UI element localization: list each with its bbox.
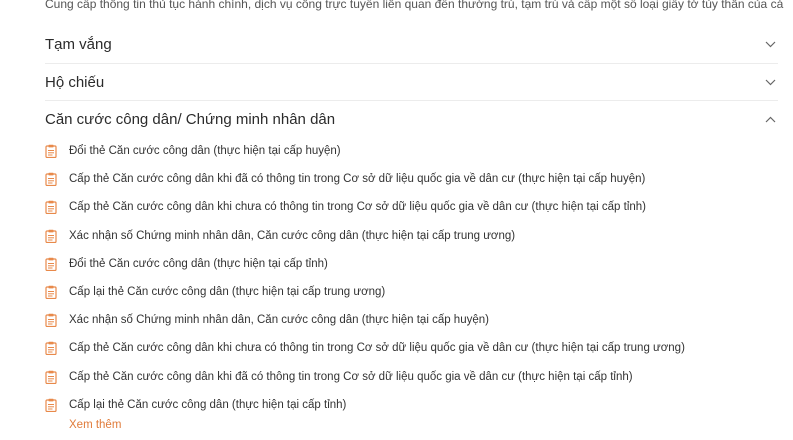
- clipboard-icon: [45, 229, 57, 243]
- section-title: Hộ chiếu: [45, 73, 105, 91]
- list-item-label: Cấp thẻ Căn cước công dân khi đã có thôn…: [69, 370, 633, 383]
- chevron-down-icon: [764, 38, 776, 50]
- section-ho-chieu[interactable]: Hộ chiếu: [45, 64, 778, 100]
- clipboard-icon: [45, 172, 57, 187]
- list-item-label: Xác nhận số Chứng minh nhân dân, Căn cướ…: [69, 314, 489, 327]
- clipboard-icon: [45, 200, 57, 215]
- clipboard-icon: [45, 370, 57, 384]
- list-item[interactable]: Đổi thẻ Căn cước công dân (thực hiện tại…: [45, 250, 785, 278]
- clipboard-icon: [45, 313, 57, 328]
- see-more-link[interactable]: Xem thêm: [69, 419, 121, 431]
- list-item-label: Cấp thẻ Căn cước công dân khi chưa có th…: [69, 342, 685, 355]
- list-item[interactable]: Cấp thẻ Căn cước công dân khi chưa có th…: [45, 334, 785, 362]
- section-title: Tạm vắng: [45, 35, 112, 53]
- list-item[interactable]: Cấp lại thẻ Căn cước công dân (thực hiện…: [45, 278, 785, 306]
- list-item-label: Đổi thẻ Căn cước công dân (thực hiện tại…: [69, 145, 341, 158]
- section-tam-vang[interactable]: Tạm vắng: [45, 26, 778, 62]
- section-title: Căn cước công dân/ Chứng minh nhân dân: [45, 110, 336, 128]
- list-item-label: Cấp lại thẻ Căn cước công dân (thực hiện…: [69, 398, 347, 411]
- clipboard-icon: [45, 341, 57, 356]
- list-item-label: Cấp thẻ Căn cước công dân khi đã có thôn…: [69, 173, 646, 186]
- list-item-label: Đổi thẻ Căn cước công dân (thực hiện tại…: [69, 257, 328, 270]
- section-can-cuoc-cong-dan[interactable]: Căn cước công dân/ Chứng minh nhân dân: [45, 101, 778, 137]
- list-item-label: Cấp thẻ Căn cước công dân khi chưa có th…: [69, 201, 647, 214]
- list-item[interactable]: Xác nhận số Chứng minh nhân dân, Căn cướ…: [45, 222, 785, 250]
- clipboard-icon: [45, 257, 57, 271]
- list-item[interactable]: Cấp thẻ Căn cước công dân khi đã có thôn…: [45, 165, 785, 193]
- list-item[interactable]: Đổi thẻ Căn cước công dân (thực hiện tại…: [45, 137, 785, 165]
- chevron-down-icon: [764, 76, 776, 88]
- list-item[interactable]: Cấp thẻ Căn cước công dân khi chưa có th…: [45, 193, 785, 221]
- list-item[interactable]: Cấp thẻ Căn cước công dân khi đã có thôn…: [45, 363, 785, 391]
- list-item-label: Cấp lại thẻ Căn cước công dân (thực hiện…: [69, 286, 386, 299]
- clipboard-icon: [45, 144, 57, 159]
- clipboard-icon: [45, 285, 57, 300]
- procedure-list: Đổi thẻ Căn cước công dân (thực hiện tại…: [45, 137, 785, 419]
- page: Cung cấp thông tin thủ tục hành chính, d…: [0, 0, 793, 440]
- list-item[interactable]: Cấp lại thẻ Căn cước công dân (thực hiện…: [45, 391, 785, 419]
- list-item-label: Xác nhận số Chứng minh nhân dân, Căn cướ…: [69, 229, 516, 242]
- clipboard-icon: [45, 398, 57, 412]
- chevron-up-icon: [764, 113, 776, 125]
- intro-text: Cung cấp thông tin thủ tục hành chính, d…: [45, 0, 785, 11]
- list-item[interactable]: Xác nhận số Chứng minh nhân dân, Căn cướ…: [45, 306, 785, 334]
